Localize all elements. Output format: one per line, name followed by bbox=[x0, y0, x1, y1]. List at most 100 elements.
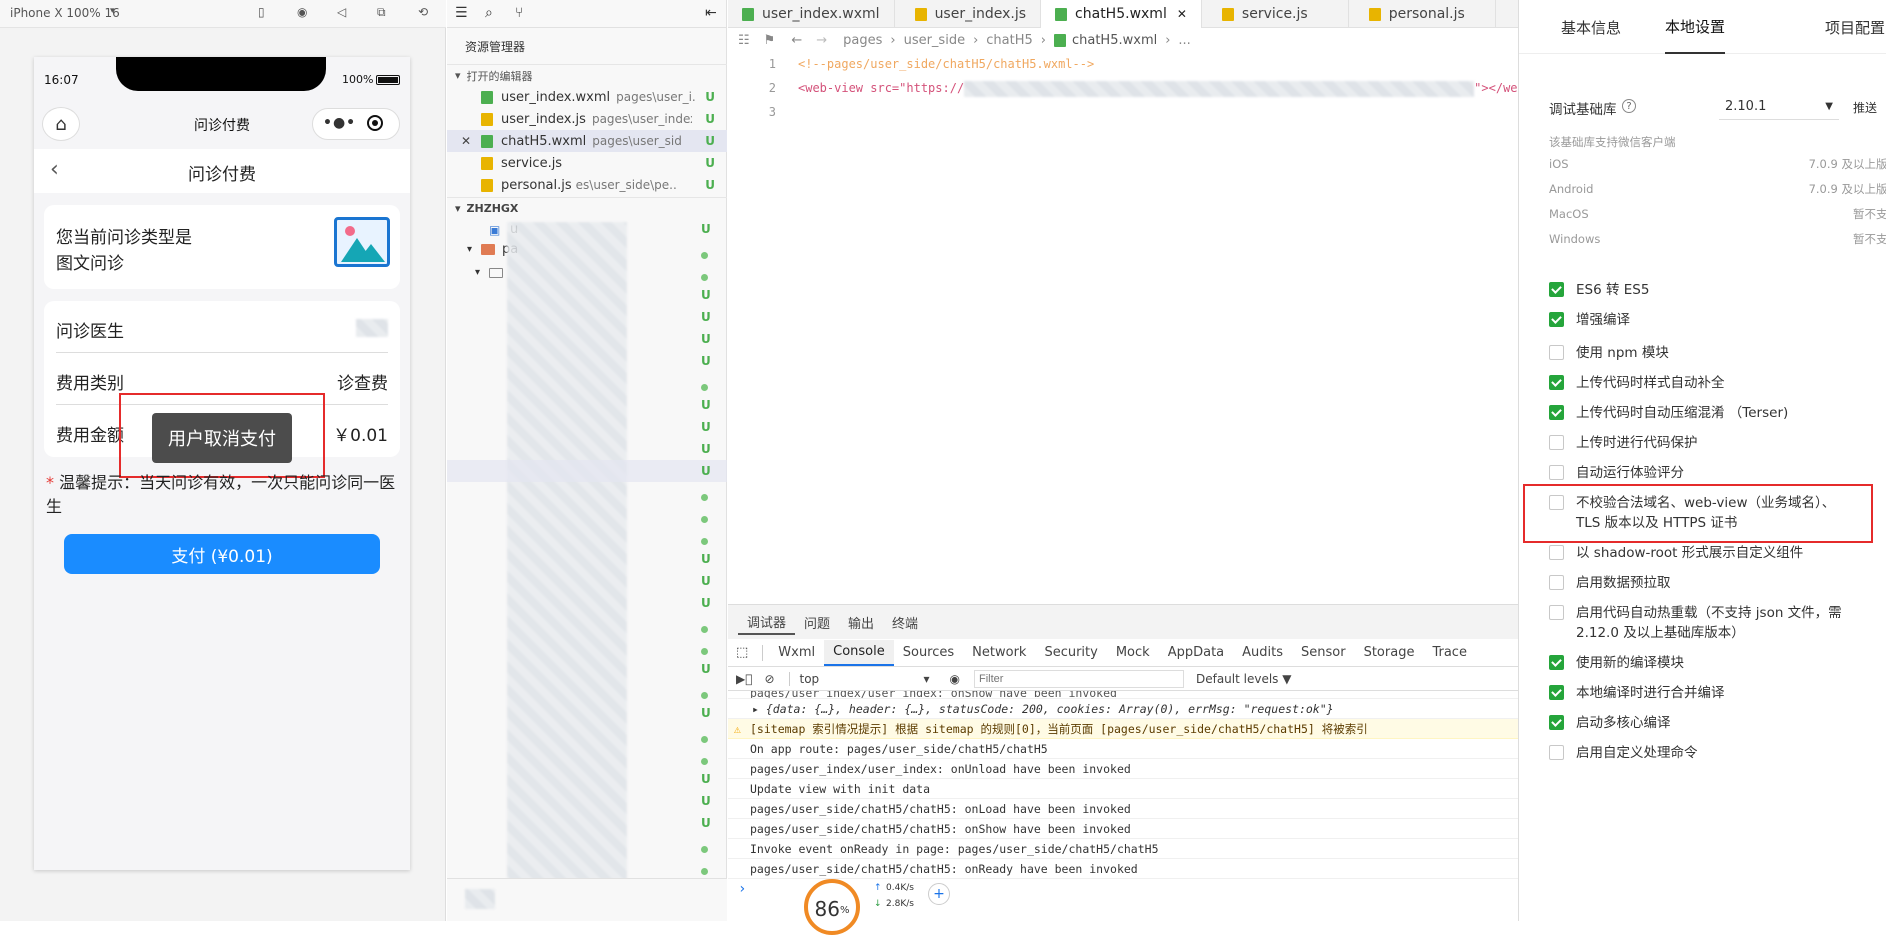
context-select[interactable]: top ▾ bbox=[800, 672, 930, 686]
option-hot-reload[interactable]: 启用代码自动热重载（不支持 json 文件，需 2.12.0 及以上基础库版本） bbox=[1549, 603, 1849, 643]
open-file-item-active[interactable]: ✕ chatH5.wxml pages\user_side\... U bbox=[447, 130, 727, 152]
tab-wxml[interactable]: Wxml bbox=[769, 640, 824, 666]
back-arrow-icon[interactable]: ← bbox=[791, 33, 802, 48]
status-battery-text: 100% bbox=[342, 73, 374, 86]
levels-dropdown[interactable]: Default levels ▼ bbox=[1196, 672, 1292, 686]
breadcrumb-item[interactable]: ... bbox=[1178, 33, 1190, 48]
checkbox[interactable] bbox=[1549, 465, 1564, 480]
highlight-box bbox=[119, 393, 325, 478]
editor-tab-active[interactable]: chatH5.wxml ✕ bbox=[1041, 0, 1202, 28]
tab-output[interactable]: 输出 bbox=[839, 609, 883, 635]
help-icon[interactable]: ? bbox=[1622, 99, 1636, 113]
tab-appdata[interactable]: AppData bbox=[1159, 640, 1233, 666]
record-icon[interactable]: ◉ bbox=[297, 5, 307, 19]
phone-icon[interactable]: ▯ bbox=[258, 5, 265, 19]
breadcrumb-item[interactable]: pages bbox=[843, 33, 882, 48]
collapse-panel-icon[interactable]: ⇤ bbox=[705, 5, 717, 21]
project-header[interactable]: ▾ ZHZHGX bbox=[447, 197, 727, 219]
breadcrumb-item[interactable]: chatH5 bbox=[986, 33, 1033, 48]
tab-local-settings[interactable]: 本地设置 bbox=[1665, 0, 1726, 54]
checkbox[interactable] bbox=[1549, 715, 1564, 730]
option-code-protect[interactable]: 上传时进行代码保护 bbox=[1549, 433, 1698, 453]
option-npm[interactable]: 使用 npm 模块 bbox=[1549, 343, 1669, 363]
checkbox[interactable] bbox=[1549, 405, 1564, 420]
checkbox[interactable] bbox=[1549, 345, 1564, 360]
tab-trace[interactable]: Trace bbox=[1423, 640, 1476, 666]
checkbox[interactable] bbox=[1549, 312, 1564, 327]
tab-terminal[interactable]: 终端 bbox=[883, 609, 927, 635]
more-icon[interactable]: •●• bbox=[323, 115, 356, 131]
branch-icon[interactable]: ⑂ bbox=[515, 5, 523, 21]
checkbox[interactable] bbox=[1549, 605, 1564, 620]
option-new-compiler[interactable]: 使用新的编译模块 bbox=[1549, 653, 1684, 673]
option-shadow-root[interactable]: 以 shadow-root 形式展示自定义组件 bbox=[1549, 543, 1803, 563]
push-button[interactable]: 推送 bbox=[1853, 99, 1877, 116]
rotate-icon[interactable]: ⟲ bbox=[418, 5, 428, 19]
editor-tab[interactable]: personal.js bbox=[1349, 0, 1496, 28]
checkbox[interactable] bbox=[1549, 545, 1564, 560]
code-line: <web-view src="https://"></web-vie bbox=[798, 76, 1554, 100]
sidebar-toggle-icon[interactable]: ▶⃞ bbox=[736, 672, 752, 686]
tab-basic-info[interactable]: 基本信息 bbox=[1561, 0, 1621, 54]
checkbox[interactable] bbox=[1549, 575, 1564, 590]
editor-tab[interactable]: user_index.wxml bbox=[728, 0, 895, 28]
close-icon[interactable]: ✕ bbox=[1177, 7, 1187, 21]
option-style-autocomplete[interactable]: 上传代码时样式自动补全 bbox=[1549, 373, 1725, 393]
option-merge-compile[interactable]: 本地编译时进行合并编译 bbox=[1549, 683, 1725, 703]
open-editors-header[interactable]: ▾ 打开的编辑器 bbox=[447, 64, 727, 86]
tab-console[interactable]: Console bbox=[824, 639, 894, 666]
tab-audits[interactable]: Audits bbox=[1233, 640, 1292, 666]
option-prefetch[interactable]: 启用数据预拉取 bbox=[1549, 573, 1671, 593]
checkbox[interactable] bbox=[1549, 655, 1564, 670]
inspect-icon[interactable]: ⬚ bbox=[736, 645, 748, 660]
checkbox[interactable] bbox=[1549, 745, 1564, 760]
clear-console-icon[interactable]: ⊘ bbox=[764, 672, 774, 686]
tab-sources[interactable]: Sources bbox=[894, 640, 963, 666]
open-file-item[interactable]: personal.js es\user_side\pe... U bbox=[447, 174, 727, 196]
checkbox[interactable] bbox=[1549, 435, 1564, 450]
pay-button[interactable]: 支付 (¥0.01) bbox=[64, 534, 380, 574]
doctor-name-redacted bbox=[356, 319, 388, 337]
breadcrumb-item[interactable]: user_side bbox=[904, 33, 966, 48]
bookmark-icon[interactable]: ⚑ bbox=[764, 33, 776, 48]
open-file-item[interactable]: user_index.js pages\user_index U bbox=[447, 108, 727, 130]
editor-tab[interactable]: user_index.js bbox=[895, 0, 1042, 28]
tab-problems[interactable]: 问题 bbox=[795, 609, 839, 635]
tab-mock[interactable]: Mock bbox=[1107, 640, 1159, 666]
git-status-dot bbox=[701, 838, 721, 860]
tab-storage[interactable]: Storage bbox=[1355, 640, 1424, 666]
breadcrumb-item[interactable]: chatH5.wxml bbox=[1072, 33, 1157, 48]
tab-sensor[interactable]: Sensor bbox=[1292, 640, 1355, 666]
open-file-item[interactable]: user_index.wxml pages\user_i... U bbox=[447, 86, 727, 108]
search-icon[interactable]: ⌕ bbox=[485, 5, 493, 21]
tab-project-config[interactable]: 项目配置 bbox=[1825, 0, 1885, 54]
close-icon[interactable]: ✕ bbox=[461, 134, 481, 148]
console-filter-input[interactable] bbox=[973, 669, 1184, 688]
window-icon[interactable]: ⧉ bbox=[377, 5, 386, 20]
option-multicore[interactable]: 启动多核心编译 bbox=[1549, 713, 1671, 733]
device-selector[interactable]: iPhone X 100% 16 bbox=[10, 6, 120, 20]
code-editor[interactable]: 1 2 3 <!--pages/user_side/chatH5/chatH5.… bbox=[728, 52, 1554, 604]
volume-icon[interactable]: ◁ bbox=[337, 5, 346, 19]
checkbox[interactable] bbox=[1549, 282, 1564, 297]
option-custom-command[interactable]: 启用自定义处理命令 bbox=[1549, 743, 1698, 763]
option-auto-audit[interactable]: 自动运行体验评分 bbox=[1549, 463, 1684, 483]
lib-version-select[interactable]: 2.10.1 ▼ bbox=[1719, 94, 1839, 120]
tab-network[interactable]: Network bbox=[963, 640, 1035, 666]
open-file-item[interactable]: service.js U bbox=[447, 152, 727, 174]
checkbox[interactable] bbox=[1549, 685, 1564, 700]
tab-debugger[interactable]: 调试器 bbox=[738, 609, 796, 635]
list-icon[interactable]: ☰ bbox=[455, 5, 468, 21]
editor-tab[interactable]: service.js bbox=[1202, 0, 1349, 28]
file-list-icon[interactable]: ☷ bbox=[738, 33, 750, 48]
checkbox[interactable] bbox=[1549, 375, 1564, 390]
tab-security[interactable]: Security bbox=[1035, 640, 1106, 666]
add-icon[interactable]: + bbox=[928, 883, 950, 905]
option-enhanced-compile[interactable]: 增强编译 bbox=[1549, 310, 1630, 330]
console-object-line[interactable]: ▸ {data: {…}, header: {…}, statusCode: 2… bbox=[728, 699, 1518, 719]
eye-icon[interactable]: ◉ bbox=[950, 672, 960, 686]
close-capsule-icon[interactable] bbox=[367, 115, 383, 131]
forward-arrow-icon[interactable]: → bbox=[816, 33, 827, 48]
option-minify[interactable]: 上传代码时自动压缩混淆 （Terser) bbox=[1549, 403, 1788, 423]
option-es6[interactable]: ES6 转 ES5 bbox=[1549, 280, 1649, 300]
